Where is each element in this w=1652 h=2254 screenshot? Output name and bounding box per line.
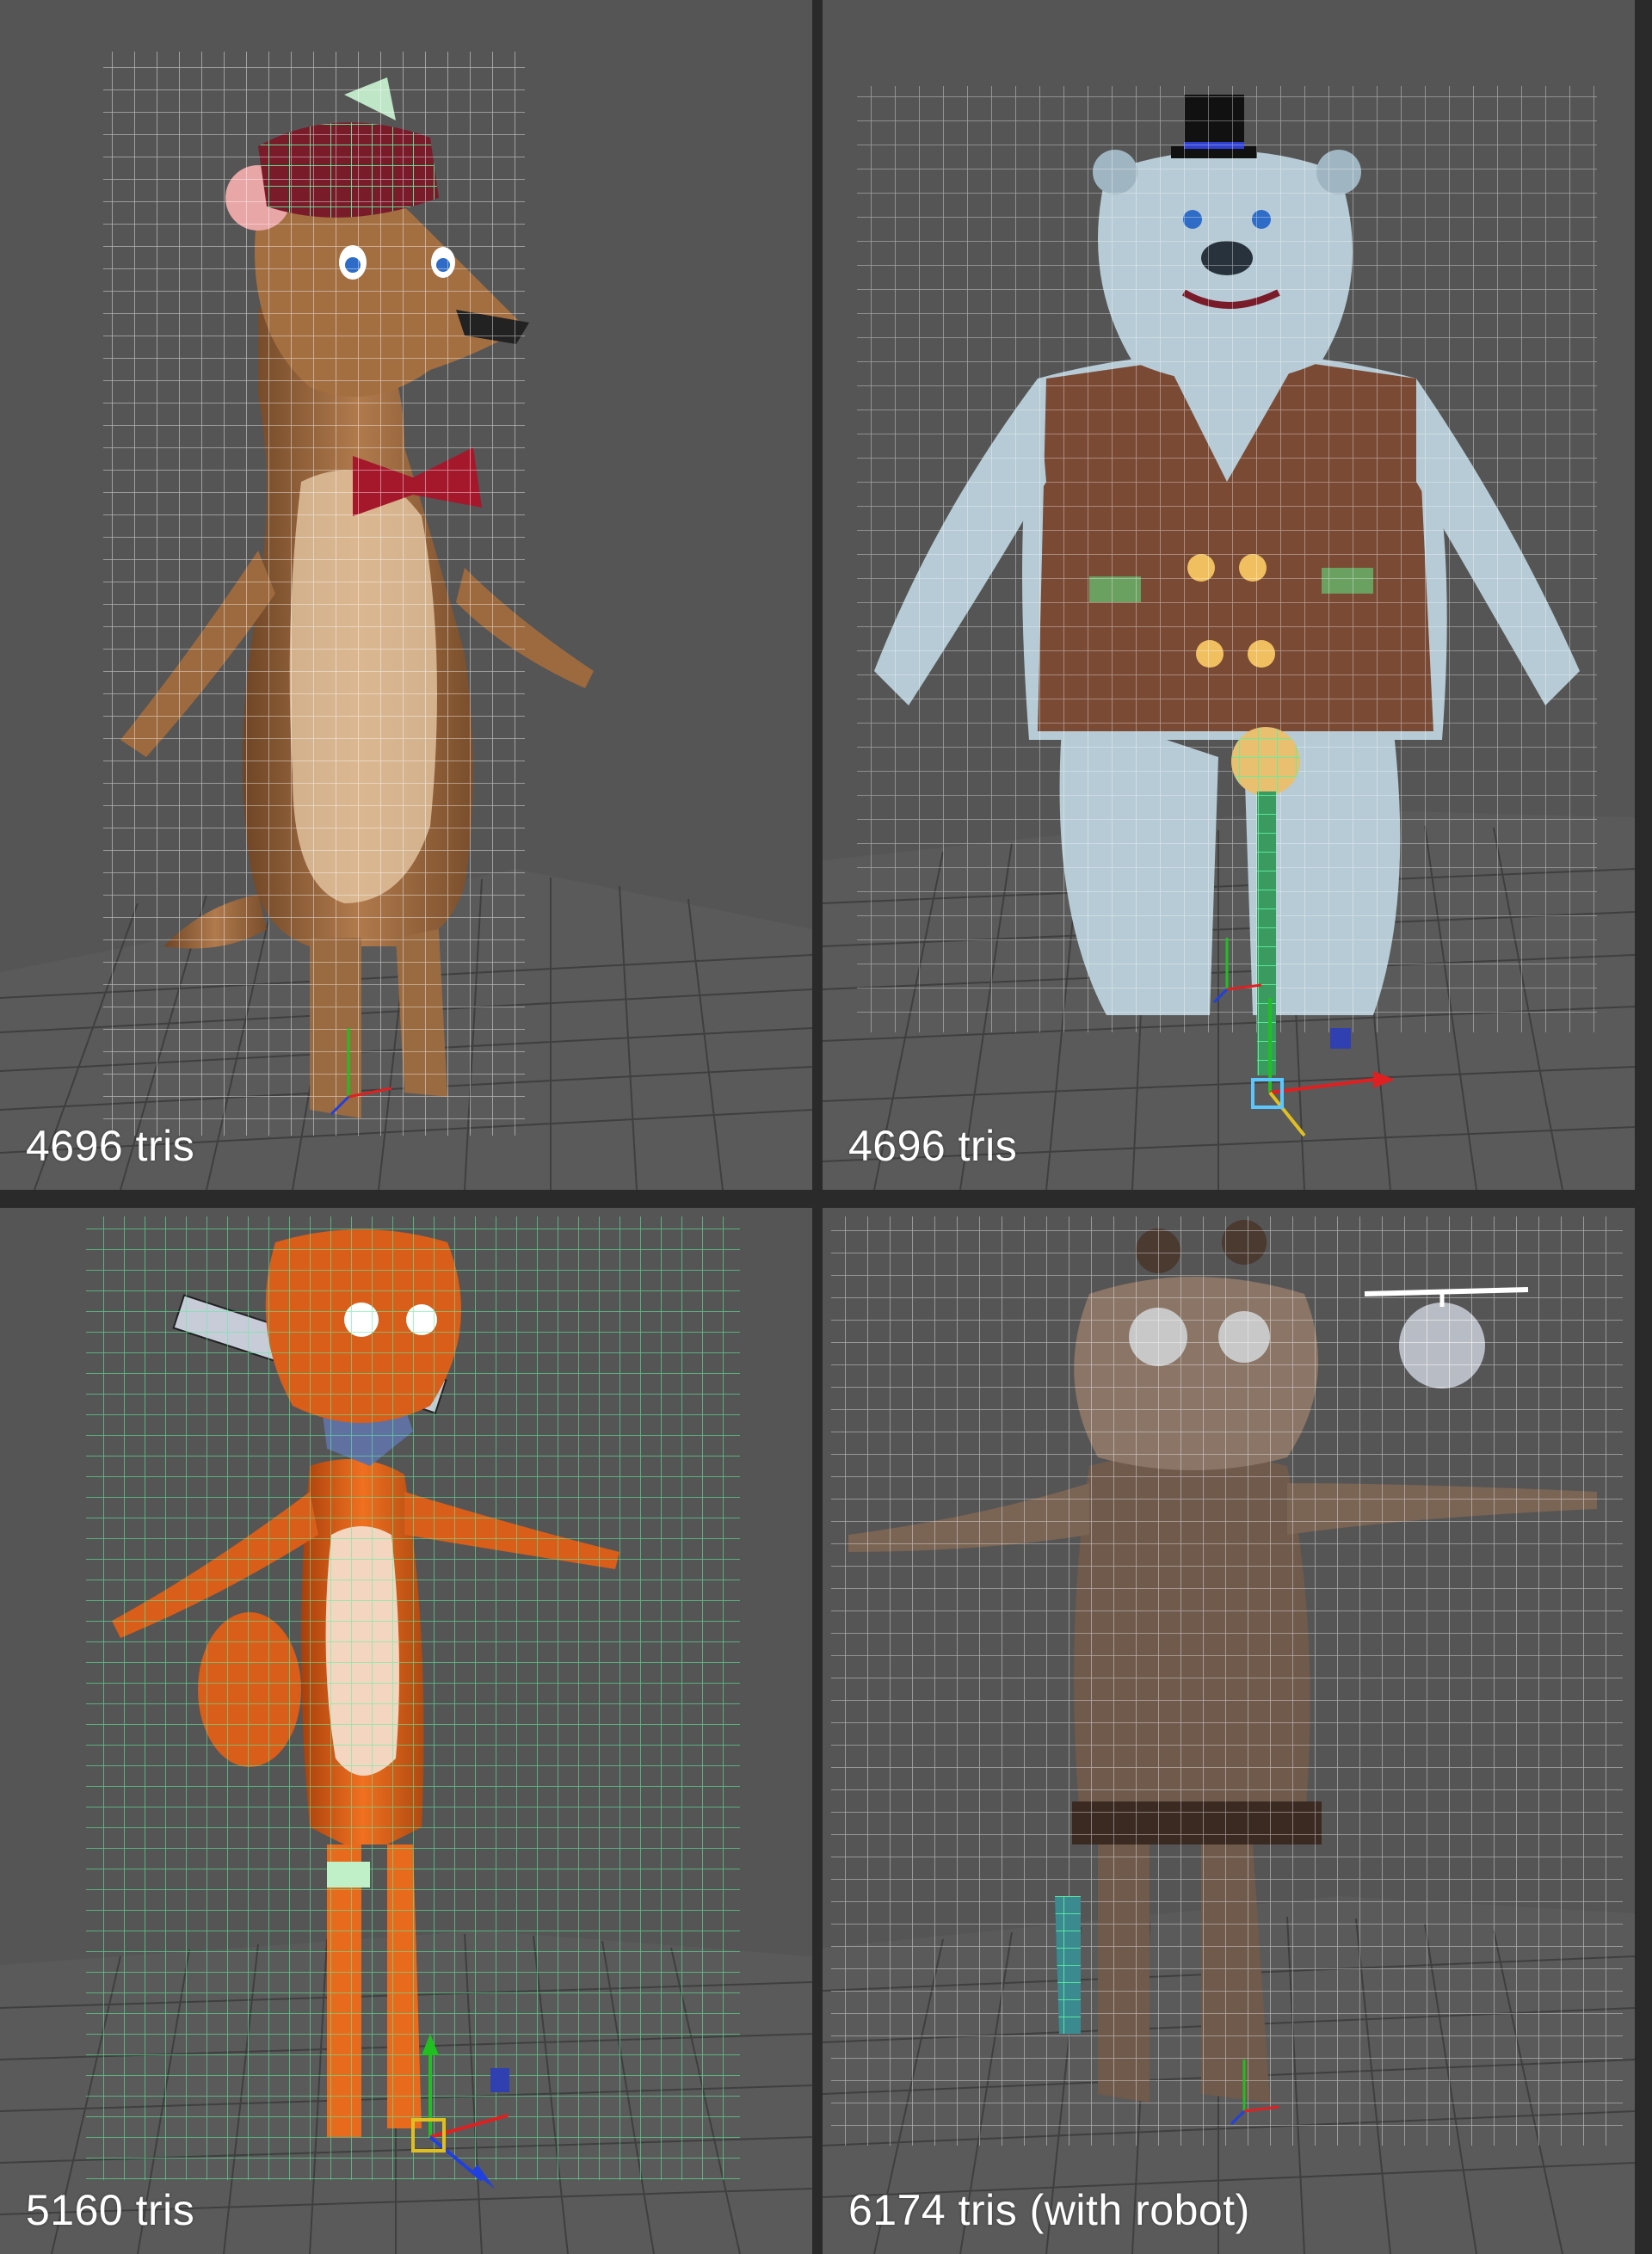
bear-scene	[823, 86, 1635, 1190]
raccoon-scene	[823, 1216, 1635, 2254]
viewport-bottom-left[interactable]: 5160 tris	[0, 1208, 812, 2254]
triangle-count-label: 4696 tris	[26, 1122, 195, 1170]
viewport-grid: 4696 tris 4696 tris 5160 tris 6174 tris …	[0, 0, 1652, 2254]
triangle-count-label: 5160 tris	[26, 2186, 195, 2234]
fox-model[interactable]	[86, 1216, 740, 2180]
fox-scene	[0, 1216, 812, 2254]
bear-model[interactable]	[857, 86, 1597, 1075]
triangle-count-label: 6174 tris (with robot)	[848, 2186, 1250, 2234]
raccoon-model[interactable]	[831, 1216, 1623, 2146]
weasel-model[interactable]	[103, 52, 594, 1136]
viewport-top-left[interactable]: 4696 tris	[0, 0, 812, 1190]
weasel-scene	[0, 0, 812, 1190]
triangle-count-label: 4696 tris	[848, 1122, 1018, 1170]
viewport-bottom-right[interactable]: 6174 tris (with robot)	[823, 1208, 1635, 2254]
viewport-top-right[interactable]: 4696 tris	[823, 0, 1635, 1190]
